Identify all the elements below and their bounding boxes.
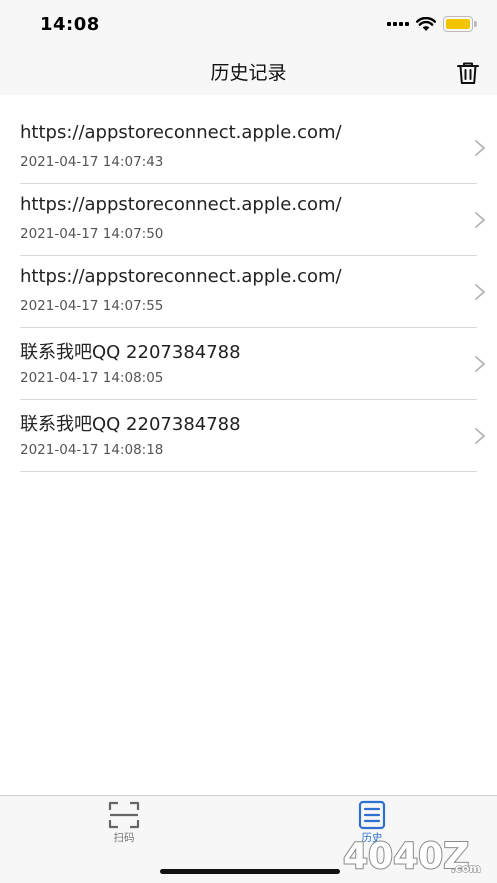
list-item-time: 2021-04-17 14:07:43 [20,154,164,170]
nav-bar: 历史记录 [0,50,497,95]
list-item-title: https://appstoreconnect.apple.com/ [20,194,342,215]
chevron-right-icon [475,212,485,228]
watermark-logo: 4040Z .com [342,835,481,878]
list-item-title: 联系我吧QQ 2207384788 [20,414,241,435]
battery-icon [443,16,477,32]
wifi-icon [416,16,436,31]
list-item-time: 2021-04-17 14:08:05 [20,370,164,386]
tab-scan[interactable]: 扫码 [84,800,164,845]
svg-text:.com: .com [451,862,481,875]
list-item-title: https://appstoreconnect.apple.com/ [20,266,342,287]
list-item[interactable]: https://appstoreconnect.apple.com/ 2021-… [20,112,485,184]
home-indicator [160,869,340,874]
chevron-right-icon [475,284,485,300]
status-icons [387,16,477,32]
top-area: 14:08 历史记录 [0,0,497,95]
list-item[interactable]: https://appstoreconnect.apple.com/ 2021-… [20,184,485,256]
list-item-title: https://appstoreconnect.apple.com/ [20,122,342,143]
page-title: 历史记录 [210,62,287,84]
chevron-right-icon [475,356,485,372]
chevron-right-icon [475,428,485,444]
chevron-right-icon [475,140,485,156]
document-icon [358,800,386,830]
list-item-time: 2021-04-17 14:08:18 [20,442,164,458]
status-bar: 14:08 [0,0,497,50]
list-item-time: 2021-04-17 14:07:50 [20,226,164,242]
status-time: 14:08 [40,14,100,35]
list-item-title: 联系我吧QQ 2207384788 [20,342,241,363]
trash-icon [457,62,479,84]
list-item[interactable]: 联系我吧QQ 2207384788 2021-04-17 14:08:05 [20,328,485,400]
list-item[interactable]: https://appstoreconnect.apple.com/ 2021-… [20,256,485,328]
trash-button[interactable] [455,60,481,86]
signal-icon [387,22,409,26]
tab-label: 扫码 [113,832,135,844]
history-list: https://appstoreconnect.apple.com/ 2021-… [0,112,497,472]
app-screen: 14:08 历史记录 https://appstoreconnect.apple… [0,0,497,883]
list-item-time: 2021-04-17 14:07:55 [20,298,164,314]
scan-icon [108,801,140,829]
list-item[interactable]: 联系我吧QQ 2207384788 2021-04-17 14:08:18 [20,400,485,472]
